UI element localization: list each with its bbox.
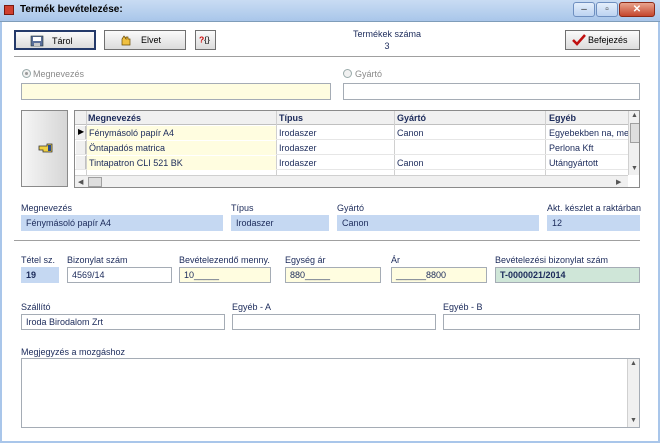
selected-manufacturer-label: Gyártó [337,203,365,213]
price-input[interactable]: ______8800 [391,267,487,283]
window-border-left [0,22,2,443]
cell-manufacturer: Canon [397,158,424,168]
undo-hand-icon [121,35,131,46]
finish-button[interactable]: Befejezés [565,30,640,50]
table-row[interactable]: Tintapatron CLI 521 BK Irodaszer Canon U… [75,156,628,170]
quantity-label: Bevételezendő menny. [179,255,270,265]
receipt-number-label: Bevételezési bizonylat szám [495,255,609,265]
grid-vscroll-thumb[interactable] [630,123,639,143]
stock-field: 12 [547,215,640,231]
help-icon: ? {} [199,34,210,44]
item-number-label: Tétel sz. [21,255,56,265]
cell-other: Utángyártott [549,158,599,168]
cell-type: Irodaszer [279,143,317,153]
item-number-field: 19 [21,267,59,283]
title-bar[interactable]: Termék bevételezése: – ▫ ✕ [0,0,660,22]
toolbar-separator [14,56,640,58]
cell-type: Irodaszer [279,128,317,138]
cell-other: Perlona Kft [549,143,594,153]
cell-other: Egyebekben na, me [549,128,628,138]
cell-name: Tintapatron CLI 521 BK [87,156,276,170]
details-separator [14,240,640,242]
minimize-button[interactable]: – [573,2,595,17]
row-pointer-icon: ▶ [76,126,86,139]
supplier-label: Szállító [21,302,51,312]
table-row[interactable]: ▶ Fénymásoló papír A4 Irodaszer Canon Eg… [75,126,628,140]
scroll-up-icon[interactable]: ▲ [631,112,638,119]
cell-type: Irodaszer [279,158,317,168]
other-b-label: Egyéb - B [443,302,483,312]
app-icon [4,5,14,15]
receipt-number-field: T-0000021/2014 [495,267,640,283]
grid-vertical-scrollbar[interactable]: ▲ ▼ [628,111,639,175]
close-button[interactable]: ✕ [619,2,655,17]
product-count-label: Termékek száma [352,29,422,39]
grid-header-other[interactable]: Egyéb [549,113,576,123]
row-indicator [76,156,86,169]
maximize-icon: ▫ [605,4,609,15]
name-radio-label: Megnevezés [33,69,85,79]
selected-type-label: Típus [231,203,254,213]
svg-text:{}: {} [204,34,210,44]
notes-label: Megjegyzés a mozgáshoz [21,347,126,357]
maximize-button[interactable]: ▫ [596,2,618,17]
save-button[interactable]: Tárol [14,30,96,50]
pointing-hand-icon [38,143,53,153]
document-number-input[interactable]: 4569/14 [67,267,172,283]
grid-hscroll-thumb[interactable] [88,177,102,187]
finish-button-label: Befejezés [588,35,628,45]
product-count-value: 3 [384,41,390,51]
cell-name: Fénymásoló papír A4 [87,126,276,140]
manufacturer-search-input[interactable] [343,83,640,100]
grid-header-name[interactable]: Megnevezés [88,113,141,123]
cell-manufacturer: Canon [397,128,424,138]
scroll-right-icon[interactable]: ▶ [616,178,621,186]
scroll-left-icon[interactable]: ◀ [78,178,83,186]
manufacturer-radio-label: Gyártó [355,69,383,79]
quantity-input[interactable]: 10_____ [179,267,271,283]
price-label: Ár [391,255,400,265]
document-number-label: Bizonylat szám [67,255,128,265]
scroll-up-icon[interactable]: ▲ [630,360,637,367]
unit-price-label: Egység ár [285,255,326,265]
cell-name: Öntapadós matrica [87,141,276,155]
table-row[interactable]: Öntapadós matrica Irodaszer Perlona Kft [75,141,628,155]
grid-horizontal-scrollbar[interactable]: ◀ ▶ [75,175,628,187]
checkmark-icon [572,34,586,46]
notes-vertical-scrollbar[interactable]: ▲ ▼ [627,359,639,427]
help-button[interactable]: ? {} [195,30,216,50]
name-radio[interactable] [22,69,31,78]
window-title: Termék bevételezése: [20,4,123,15]
name-search-input[interactable] [21,83,331,100]
selected-name-label: Megnevezés [21,203,73,213]
manufacturer-radio[interactable] [343,69,352,78]
selected-type-field: Irodaszer [231,215,329,231]
stock-label: Akt. készlet a raktárban [547,203,642,213]
unit-price-input[interactable]: 880_____ [285,267,381,283]
selected-manufacturer-field: Canon [337,215,539,231]
select-product-button[interactable] [21,110,68,187]
grid-header-type[interactable]: Típus [279,113,303,123]
other-b-input[interactable] [443,314,640,330]
other-a-label: Egyéb - A [232,302,272,312]
supplier-input[interactable]: Iroda Birodalom Zrt [21,314,225,330]
minimize-icon: – [581,4,587,15]
grid-header-manufacturer[interactable]: Gyártó [397,113,426,123]
save-icon [30,35,44,47]
scroll-down-icon[interactable]: ▼ [630,417,637,424]
close-icon: ✕ [632,4,642,15]
notes-textarea[interactable]: ▲ ▼ [21,358,640,428]
save-button-label: Tárol [52,36,73,46]
discard-button[interactable]: Elvet [104,30,186,50]
scroll-down-icon[interactable]: ▼ [631,165,638,172]
product-grid[interactable]: Megnevezés Típus Gyártó Egyéb ▶ Fénymáso… [74,110,640,188]
discard-button-label: Elvet [141,35,162,45]
row-indicator [76,141,86,154]
selected-name-field: Fénymásoló papír A4 [21,215,223,231]
other-a-input[interactable] [232,314,436,330]
